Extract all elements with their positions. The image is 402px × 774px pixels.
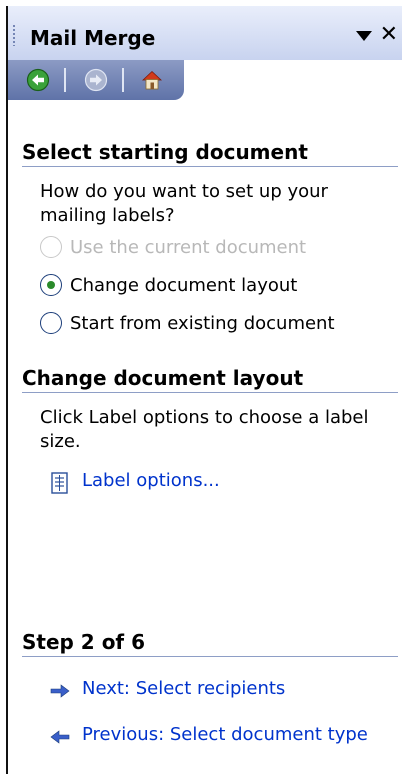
home-icon[interactable] xyxy=(140,68,164,92)
drag-grip-icon[interactable] xyxy=(12,24,16,46)
section-heading-starting-document: Select starting document xyxy=(22,140,398,167)
chevron-down-icon[interactable] xyxy=(356,31,372,41)
close-icon[interactable]: ✕ xyxy=(380,24,398,46)
next-step-link[interactable]: Next: Select recipients xyxy=(82,678,285,699)
radio-button[interactable] xyxy=(40,236,62,258)
task-pane-title: Mail Merge xyxy=(30,26,156,50)
radio-label: Change document layout xyxy=(70,274,298,296)
mail-merge-task-pane: Mail Merge ✕ Select starting document Ho… xyxy=(6,6,402,774)
radio-label: Use the current document xyxy=(70,236,307,258)
radio-start-from-existing[interactable]: Start from existing document xyxy=(40,310,335,336)
radio-use-current-document[interactable]: Use the current document xyxy=(40,234,306,260)
radio-label: Start from existing document xyxy=(70,312,335,334)
nav-separator xyxy=(64,68,66,92)
radio-button[interactable] xyxy=(40,274,62,296)
label-options-instructions: Click Label options to choose a label si… xyxy=(40,407,369,452)
label-options-link[interactable]: Label options... xyxy=(82,470,220,491)
next-arrow-icon[interactable] xyxy=(50,684,70,698)
nav-separator xyxy=(122,68,124,92)
back-arrow-icon[interactable] xyxy=(26,68,50,92)
forward-arrow-icon[interactable] xyxy=(84,68,108,92)
setup-question: How do you want to set up your mailing l… xyxy=(40,181,328,226)
section-heading-change-layout: Change document layout xyxy=(22,366,398,393)
step-indicator: Step 2 of 6 xyxy=(22,630,398,657)
label-options-icon[interactable] xyxy=(50,472,70,494)
task-pane-nav-bar xyxy=(8,60,184,100)
previous-step-link[interactable]: Previous: Select document type xyxy=(82,724,368,745)
radio-button[interactable] xyxy=(40,312,62,334)
task-pane-title-bar: Mail Merge ✕ xyxy=(8,6,402,60)
radio-change-document-layout[interactable]: Change document layout xyxy=(40,272,297,298)
previous-arrow-icon[interactable] xyxy=(50,730,70,744)
